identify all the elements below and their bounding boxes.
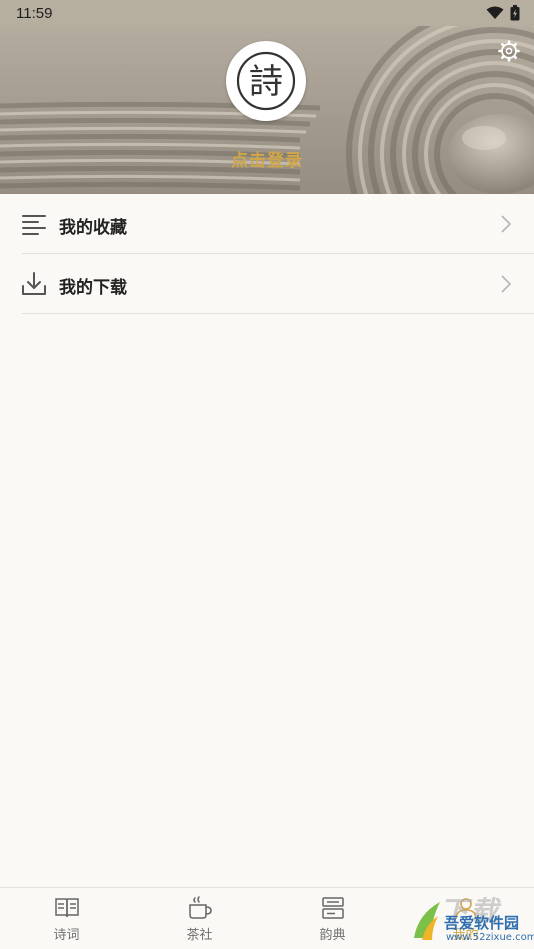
- login-link[interactable]: 点击登录: [0, 146, 534, 171]
- list-icon: [22, 215, 46, 235]
- status-bar: 11:59: [0, 0, 534, 26]
- tab-label: 我的: [452, 928, 479, 943]
- dictionary-icon: [322, 897, 344, 919]
- tab-tea-house[interactable]: 茶社: [133, 888, 266, 949]
- download-icon: [22, 272, 46, 295]
- battery-icon: [510, 5, 520, 21]
- avatar[interactable]: 詩: [226, 41, 306, 121]
- menu-item-label: 我的下载: [59, 278, 127, 298]
- tab-label: 茶社: [186, 928, 213, 943]
- tea-cup-icon: [189, 896, 212, 919]
- tab-profile[interactable]: 我的: [399, 888, 532, 949]
- status-icons: [486, 5, 520, 21]
- tab-label: 诗词: [53, 928, 80, 943]
- profile-header: 詩 点击登录: [0, 26, 534, 194]
- menu-item-favorites[interactable]: 我的收藏: [22, 194, 534, 254]
- profile-menu: 我的收藏 我的下载: [0, 194, 534, 314]
- seal-glyph: 詩: [249, 62, 283, 102]
- bottom-tab-bar: 诗词 茶社 韵典 我的: [0, 887, 534, 949]
- profile-icon: [455, 898, 477, 920]
- chevron-right-icon: [501, 215, 512, 233]
- tab-poetry[interactable]: 诗词: [0, 888, 133, 949]
- chevron-right-icon: [501, 275, 512, 293]
- poetry-seal-logo: 詩: [236, 51, 296, 111]
- book-icon: [55, 898, 79, 918]
- tab-label: 韵典: [319, 928, 346, 943]
- menu-item-downloads[interactable]: 我的下载: [22, 254, 534, 314]
- wifi-icon: [486, 6, 504, 19]
- tab-dictionary[interactable]: 韵典: [266, 888, 399, 949]
- menu-item-label: 我的收藏: [59, 218, 127, 238]
- settings-gear-icon[interactable]: [498, 40, 520, 62]
- status-time: 11:59: [16, 5, 53, 22]
